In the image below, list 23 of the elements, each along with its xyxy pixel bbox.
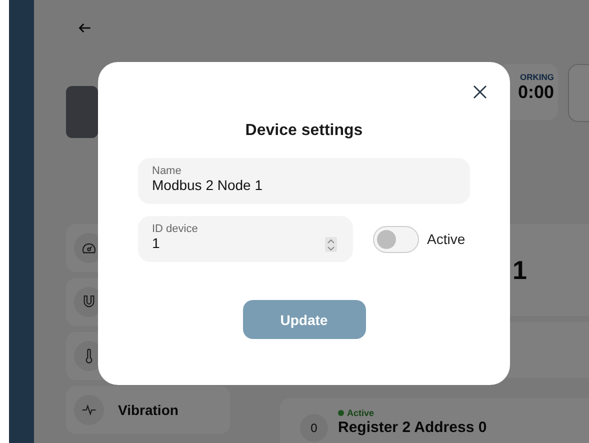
name-field[interactable]: Name Modbus 2 Node 1 <box>138 158 470 204</box>
status-time: 0:00 <box>518 82 554 103</box>
sensor-tab[interactable]: Vibration <box>66 386 230 434</box>
register-index: 0 <box>300 414 328 442</box>
dialog-title: Device settings <box>245 122 363 140</box>
status-dot <box>338 410 344 416</box>
id-field[interactable]: ID device 1 <box>138 216 353 262</box>
active-toggle[interactable] <box>373 226 419 252</box>
photo-placeholder <box>66 86 98 138</box>
stat-card <box>568 64 589 122</box>
id-input[interactable]: 1 <box>152 235 311 251</box>
name-input[interactable]: Modbus 2 Node 1 <box>152 177 410 193</box>
register-status: Active <box>338 408 487 418</box>
spinner-icon[interactable] <box>325 237 337 252</box>
close-icon[interactable] <box>472 84 488 100</box>
magnet-icon <box>81 294 97 310</box>
field-label: Name <box>152 165 182 177</box>
reading-value: 1 <box>512 254 527 286</box>
register-name: Register 2 Address 0 <box>338 419 487 436</box>
pulse-icon <box>81 402 97 418</box>
field-label: ID device <box>152 223 198 235</box>
status-label: ORKING <box>520 72 554 82</box>
toggle-label: Active <box>427 231 466 247</box>
